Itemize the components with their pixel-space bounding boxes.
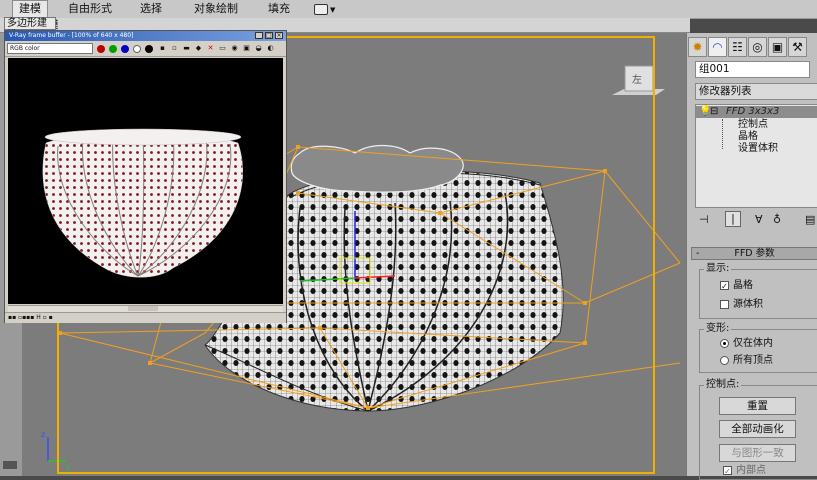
animate-all-button[interactable]: 全部动画化 <box>719 420 796 438</box>
vray-status-bar: ▪▪ ▫▪▪▪ H ▫ ▪ <box>5 312 286 323</box>
stack-tools: ⊣ | ∀ ♁ ▤ <box>691 211 817 229</box>
horizontal-scrollbar[interactable] <box>8 305 283 312</box>
lens-icon[interactable]: ▣ <box>243 45 250 52</box>
mono-channel-icon[interactable] <box>145 45 153 53</box>
modifier-stack[interactable]: 💡 ⊟ FFD 3x3x3 控制点 晶格 设置体积 <box>695 104 817 208</box>
display-label: 显示: <box>704 263 732 275</box>
teapot-icon[interactable]: ◒ <box>255 45 262 52</box>
menu-dropdown-icon[interactable]: ▼ <box>308 1 341 17</box>
inner-points-label: 内部点 <box>736 465 766 476</box>
conform-to-shape-button[interactable]: 与图形一致 <box>719 444 796 462</box>
deform-label: 变形: <box>704 323 732 335</box>
vray-frame-buffer-window[interactable]: V-Ray frame buffer - [100% of 640 x 480]… <box>4 30 287 323</box>
history-icon[interactable]: ◉ <box>231 45 238 52</box>
tab-freeform[interactable]: 自由形式 <box>62 1 118 17</box>
pin-stack-icon[interactable]: ⊣ <box>699 213 709 226</box>
source-volume-checkbox[interactable]: 源体积 <box>720 299 763 311</box>
show-end-result-icon[interactable]: | <box>725 211 741 227</box>
cancel-icon[interactable]: ✕ <box>207 45 214 52</box>
deform-group: 变形: 仅在体内 所有顶点 <box>699 323 817 373</box>
clear-icon[interactable]: ▬ <box>183 45 190 52</box>
svg-text:z: z <box>41 430 45 439</box>
rendered-bowl <box>42 128 243 278</box>
motion-tab-icon[interactable]: ◎ <box>748 37 767 57</box>
display-group: 显示: ✓ 晶格 源体积 <box>699 263 817 319</box>
vray-title: V-Ray frame buffer - [100% of 640 x 480] <box>9 32 134 39</box>
lattice-check-icon: ✓ <box>720 280 729 291</box>
tab-object-paint[interactable]: 对象绘制 <box>188 1 244 17</box>
all-vertices-label: 所有顶点 <box>733 355 773 366</box>
display-tab-icon[interactable]: ▣ <box>768 37 787 57</box>
stack-subitem-set-volume[interactable]: 设置体积 <box>738 143 778 155</box>
remove-modifier-icon[interactable]: ♁ <box>773 213 781 226</box>
source-volume-label: 源体积 <box>733 299 763 310</box>
red-channel-icon[interactable] <box>97 45 105 53</box>
green-channel-icon[interactable] <box>109 45 117 53</box>
hierarchy-tab-icon[interactable]: ☷ <box>728 37 747 57</box>
tab-populate[interactable]: 填充 <box>262 1 296 17</box>
vray-toolbar: RGB color ▪ ▫ ▬ ◆ ✕ ▭ ◉ ▣ ◒ ◐ <box>5 42 286 57</box>
tab-selection[interactable]: 选择 <box>134 1 168 17</box>
in-volume-label: 仅在体内 <box>733 338 773 349</box>
alpha-channel-icon[interactable] <box>133 45 141 53</box>
object-name-field[interactable]: 组001 <box>695 61 810 78</box>
lattice-checkbox[interactable]: ✓ 晶格 <box>720 280 753 292</box>
in-volume-radio[interactable]: 仅在体内 <box>720 338 773 350</box>
ribbon-bar: 建模 自由形式 选择 对象绘制 填充 ▼ <box>0 0 817 19</box>
region-icon[interactable]: ▭ <box>219 45 226 52</box>
maximize-icon[interactable]: □ <box>265 32 273 39</box>
stack-modifier[interactable]: FFD 3x3x3 <box>726 106 779 118</box>
status-icons[interactable]: ▪▪ ▫▪▪▪ H ▫ ▪ <box>8 314 53 322</box>
poly-modeling-menu[interactable]: 多边形建模 <box>4 17 56 41</box>
command-panel: ✹ ◠ ☷ ◎ ▣ ⚒ 组001 修改器列表 💡 ⊟ FFD 3x3x3 控制点… <box>686 33 817 480</box>
create-tab-icon[interactable]: ✹ <box>688 37 707 57</box>
blue-channel-icon[interactable] <box>121 45 129 53</box>
reset-button[interactable]: 重置 <box>719 397 796 415</box>
channel-select[interactable]: RGB color <box>7 43 93 54</box>
vray-titlebar[interactable]: V-Ray frame buffer - [100% of 640 x 480]… <box>5 31 286 41</box>
modifier-list-dropdown[interactable]: 修改器列表 <box>695 83 817 100</box>
stack-subitem-lattice[interactable]: 晶格 <box>738 131 758 143</box>
close-icon[interactable]: × <box>275 32 283 39</box>
inner-points-checkbox[interactable]: ✓ 内部点 <box>723 465 766 477</box>
render-canvas[interactable] <box>8 58 283 304</box>
rollout-title: FFD 参数 <box>734 248 775 259</box>
modify-tab-icon[interactable]: ◠ <box>708 37 727 57</box>
minimize-icon[interactable]: _ <box>255 32 263 39</box>
make-unique-icon[interactable]: ∀ <box>755 213 763 226</box>
control-points-label: 控制点: <box>704 379 742 391</box>
stack-subitem-control-points[interactable]: 控制点 <box>738 119 768 131</box>
copy-icon[interactable]: ▫ <box>171 45 178 52</box>
ffd-params-rollout[interactable]: - FFD 参数 <box>691 247 817 260</box>
configure-sets-icon[interactable]: ▤ <box>805 213 815 226</box>
save-icon[interactable]: ▪ <box>159 45 166 52</box>
lattice-label: 晶格 <box>733 280 753 291</box>
utilities-tab-icon[interactable]: ⚒ <box>788 37 807 57</box>
collapse-icon[interactable]: ⊟ <box>710 106 718 118</box>
render-icon[interactable]: ◐ <box>267 45 274 52</box>
all-vertices-radio[interactable]: 所有顶点 <box>720 355 773 367</box>
channel-icon[interactable]: ◆ <box>195 45 202 52</box>
